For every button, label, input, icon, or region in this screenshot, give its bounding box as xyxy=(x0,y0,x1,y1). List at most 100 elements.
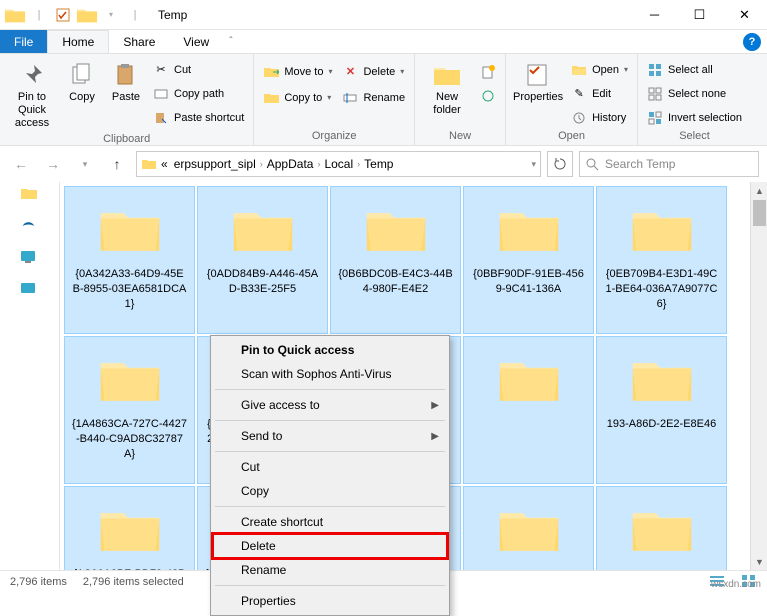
rename-button[interactable]: Rename xyxy=(339,87,408,108)
vertical-scrollbar[interactable]: ▲ ▼ xyxy=(750,182,767,570)
scroll-up-button[interactable]: ▲ xyxy=(751,182,767,199)
properties-icon[interactable] xyxy=(52,4,74,26)
delete-label: Delete xyxy=(363,66,395,78)
tab-share[interactable]: Share xyxy=(109,30,169,53)
folder-item[interactable] xyxy=(596,486,727,570)
folder-icon[interactable] xyxy=(4,4,26,26)
new-item-button[interactable] xyxy=(477,61,499,82)
select-group-label: Select xyxy=(644,128,745,145)
scroll-thumb[interactable] xyxy=(753,200,766,226)
breadcrumb[interactable]: « erpsupport_sipl› AppData› Local› Temp … xyxy=(136,151,541,177)
move-to-button[interactable]: Move to ▾ xyxy=(260,61,335,82)
paste-shortcut-button[interactable]: Paste shortcut xyxy=(150,107,247,128)
folder-icon xyxy=(496,505,562,557)
move-to-icon xyxy=(263,64,279,80)
qat-dropdown-icon[interactable]: ▾ xyxy=(100,4,122,26)
pin-label: Pin to Quick access xyxy=(6,91,58,131)
refresh-button[interactable] xyxy=(547,151,573,177)
breadcrumb-item[interactable]: Temp xyxy=(362,157,395,171)
breadcrumb-dropdown[interactable]: ▾ xyxy=(531,159,536,170)
ribbon-group-select: Select all Select none Invert selection … xyxy=(638,54,751,145)
select-none-button[interactable]: Select none xyxy=(644,83,745,104)
nav-item[interactable] xyxy=(20,218,44,234)
properties-button[interactable]: Properties xyxy=(512,57,564,104)
edit-button[interactable]: ✎Edit xyxy=(568,83,631,104)
context-menu: Pin to Quick access Scan with Sophos Ant… xyxy=(210,335,450,616)
window-title: Temp xyxy=(150,8,632,22)
menu-scan-sophos[interactable]: Scan with Sophos Anti-Virus xyxy=(213,362,447,386)
menu-cut[interactable]: Cut xyxy=(213,455,447,479)
search-box[interactable]: Search Temp xyxy=(579,151,759,177)
status-item-count: 2,796 items xyxy=(10,576,67,588)
copy-button[interactable]: Copy xyxy=(62,57,102,104)
history-label: History xyxy=(592,112,626,124)
folder-item[interactable]: {0EB709B4-E3D1-49C1-BE64-036A7A9077C6} xyxy=(596,186,727,334)
pin-quick-access-button[interactable]: Pin to Quick access xyxy=(6,57,58,131)
edit-icon: ✎ xyxy=(571,86,587,102)
cut-icon: ✂ xyxy=(153,62,169,78)
menu-copy[interactable]: Copy xyxy=(213,479,447,503)
invert-selection-button[interactable]: Invert selection xyxy=(644,107,745,128)
menu-give-access[interactable]: Give access to▶ xyxy=(213,393,447,417)
close-button[interactable]: ✕ xyxy=(722,0,767,30)
paste-button[interactable]: Paste xyxy=(106,57,146,104)
nav-item[interactable] xyxy=(20,250,44,266)
navigation-pane[interactable] xyxy=(0,182,60,570)
delete-button[interactable]: ✕Delete ▾ xyxy=(339,61,408,82)
nav-item[interactable] xyxy=(20,186,44,202)
folder-item[interactable]: {0BBF90DF-91EB-4569-9C41-136A xyxy=(463,186,594,334)
properties-label: Properties xyxy=(513,91,563,104)
tab-home[interactable]: Home xyxy=(47,30,109,53)
maximize-button[interactable]: ☐ xyxy=(677,0,722,30)
folder-item[interactable]: {1A4863CA-727C-4427-B440-C9AD8C32787A} xyxy=(64,336,195,484)
folder-item[interactable] xyxy=(463,486,594,570)
copy-icon xyxy=(68,61,96,89)
menu-label: Send to xyxy=(241,429,282,443)
open-icon xyxy=(571,62,587,78)
tab-file[interactable]: File xyxy=(0,30,47,53)
menu-pin-quick-access[interactable]: Pin to Quick access xyxy=(213,338,447,362)
recent-locations-button[interactable]: ▾ xyxy=(72,151,98,177)
easy-access-button[interactable] xyxy=(477,85,499,106)
back-button[interactable]: ← xyxy=(8,151,34,177)
minimize-button[interactable]: ─ xyxy=(632,0,677,30)
menu-create-shortcut[interactable]: Create shortcut xyxy=(213,510,447,534)
open-button[interactable]: Open ▾ xyxy=(568,59,631,80)
ribbon-group-organize: Move to ▾ Copy to ▾ ✕Delete ▾ Rename Org… xyxy=(254,54,415,145)
history-button[interactable]: History xyxy=(568,107,631,128)
folder-item[interactable]: {0A342A33-64D9-45EB-8955-03EA6581DCA1} xyxy=(64,186,195,334)
collapse-ribbon-icon[interactable]: ˆ xyxy=(223,36,238,47)
menu-separator xyxy=(215,506,445,507)
breadcrumb-item[interactable]: Local xyxy=(322,157,355,171)
folder-name: {0BBF90DF-91EB-4569-9C41-136A xyxy=(468,267,589,297)
invert-selection-icon xyxy=(647,110,663,126)
select-all-button[interactable]: Select all xyxy=(644,59,745,80)
forward-button[interactable]: → xyxy=(40,151,66,177)
scroll-down-button[interactable]: ▼ xyxy=(751,553,767,570)
menu-rename[interactable]: Rename xyxy=(213,558,447,582)
copy-path-button[interactable]: Copy path xyxy=(150,83,247,104)
folder-item[interactable] xyxy=(463,336,594,484)
menu-separator xyxy=(215,420,445,421)
nav-item[interactable] xyxy=(20,282,44,298)
select-all-icon xyxy=(647,62,663,78)
new-folder-button[interactable]: New folder xyxy=(421,57,473,117)
breadcrumb-item[interactable]: AppData xyxy=(265,157,316,171)
help-icon[interactable]: ? xyxy=(743,33,761,51)
folder-name: {0EB709B4-E3D1-49C1-BE64-036A7A9077C6} xyxy=(601,267,722,312)
tab-view[interactable]: View xyxy=(169,30,223,53)
breadcrumb-overflow[interactable]: « xyxy=(159,157,170,171)
folder-item[interactable]: {0B6BDC0B-E4C3-44B4-980F-E4E2 xyxy=(330,186,461,334)
copy-to-button[interactable]: Copy to ▾ xyxy=(260,87,335,108)
folder-item[interactable]: {1C06A2BF-BD79-42B5-A90D-79D0DB3B9EAF} xyxy=(64,486,195,570)
cut-button[interactable]: ✂Cut xyxy=(150,59,247,80)
folder-item[interactable]: {0ADD84B9-A446-45AD-B33E-25F5 xyxy=(197,186,328,334)
copy-to-icon xyxy=(263,90,279,106)
menu-delete[interactable]: Delete xyxy=(213,534,447,558)
clipboard-group-label: Clipboard xyxy=(6,131,247,148)
menu-send-to[interactable]: Send to▶ xyxy=(213,424,447,448)
folder-item[interactable]: 193-A86D-2E2-E8E46 xyxy=(596,336,727,484)
rename-icon xyxy=(342,90,358,106)
up-button[interactable]: ↑ xyxy=(104,151,130,177)
breadcrumb-item[interactable]: erpsupport_sipl xyxy=(172,157,258,171)
